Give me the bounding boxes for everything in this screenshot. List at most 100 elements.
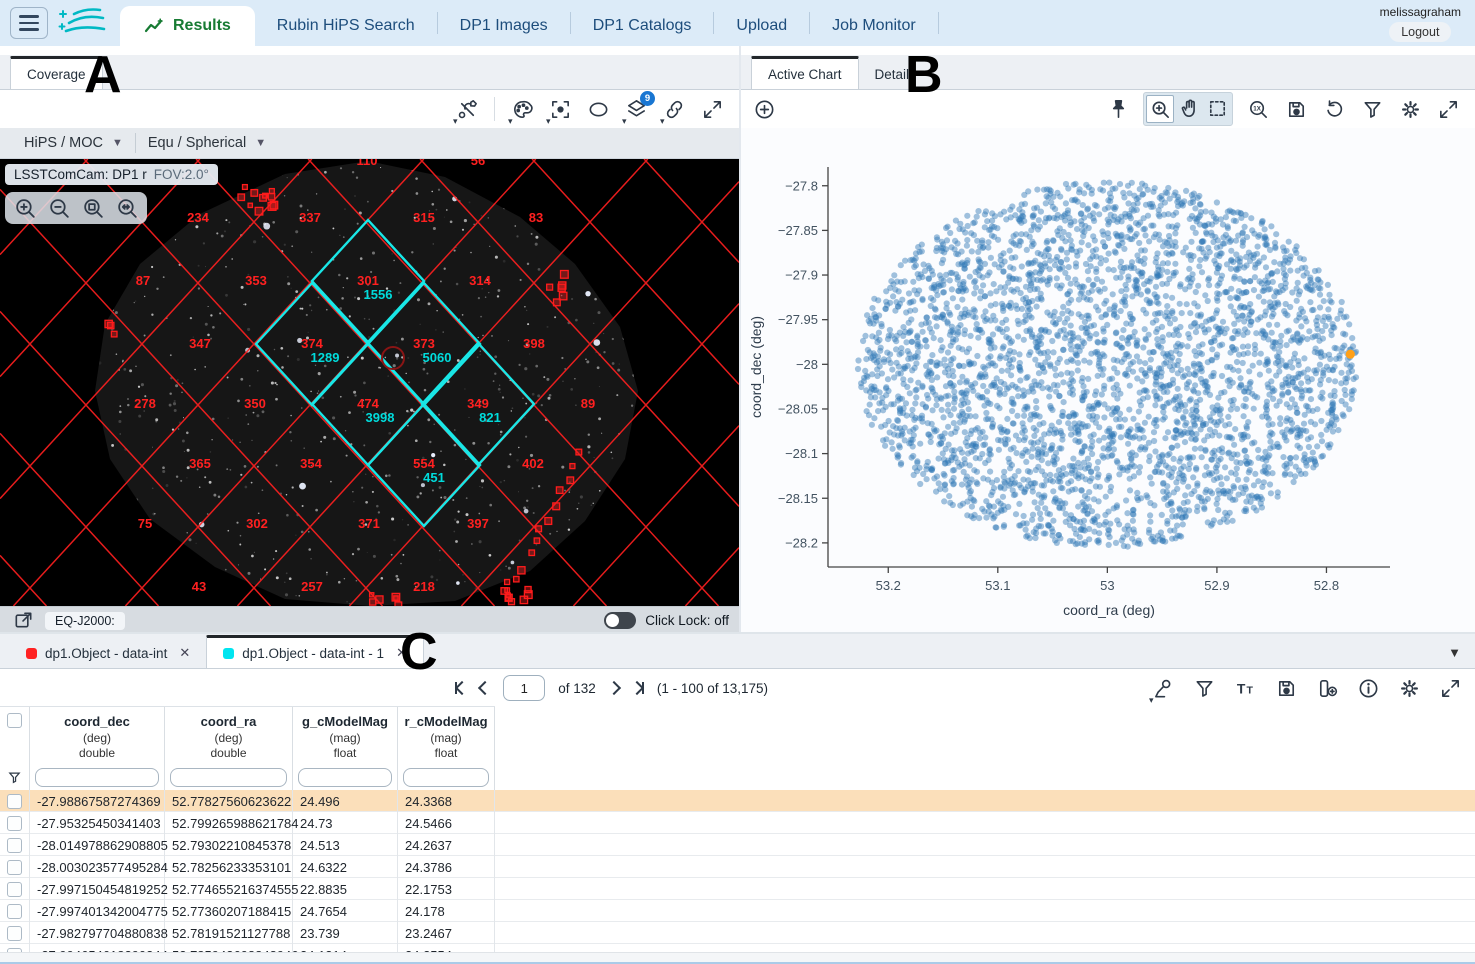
- row-checkbox-cell: [0, 900, 30, 922]
- tab-coverage[interactable]: Coverage: [10, 56, 103, 89]
- expand-icon[interactable]: [1435, 96, 1461, 122]
- settings-icon[interactable]: [1396, 675, 1422, 701]
- chart-toolbar: 1X: [741, 90, 1475, 128]
- projection-select[interactable]: Equ / Spherical▼: [136, 135, 278, 151]
- page-number-input[interactable]: [503, 675, 545, 701]
- add-column-icon[interactable]: [1314, 675, 1340, 701]
- row-checkbox[interactable]: [7, 904, 22, 919]
- map-zoom-in-icon[interactable]: [12, 195, 38, 221]
- map-zoom-fit-icon[interactable]: [80, 195, 106, 221]
- row-checkbox[interactable]: [7, 882, 22, 897]
- center-focus-icon[interactable]: ▾: [547, 96, 573, 122]
- nav-link-dp1-images[interactable]: DP1 Images: [438, 6, 570, 46]
- nav-link-upload[interactable]: Upload: [714, 6, 809, 46]
- nav-link-job-monitor[interactable]: Job Monitor: [810, 6, 938, 46]
- horizontal-scrollbar[interactable]: [0, 952, 1475, 962]
- map-zoom-out-icon[interactable]: [46, 195, 72, 221]
- expand-icon[interactable]: [1437, 675, 1463, 701]
- select-all-checkbox[interactable]: [7, 713, 22, 728]
- close-icon[interactable]: ✕: [179, 645, 190, 661]
- column-header-coord_dec[interactable]: coord_dec(deg)double: [30, 707, 165, 765]
- save-icon[interactable]: [1273, 675, 1299, 701]
- unlink-icon[interactable]: ▾: [661, 96, 687, 122]
- save-icon[interactable]: [1283, 96, 1309, 122]
- table-row[interactable]: -27.98279770488083852.7819152112778823.7…: [0, 922, 1475, 944]
- tools-icon[interactable]: ▾: [454, 96, 480, 122]
- filter-input-coord_ra[interactable]: [170, 768, 287, 787]
- filter-icon-cell: [0, 764, 30, 790]
- filter-input-r_cModelMag[interactable]: [403, 768, 489, 787]
- ellipse-select-icon[interactable]: [585, 96, 611, 122]
- svg-text:53.2: 53.2: [876, 578, 901, 593]
- external-link-icon[interactable]: [10, 608, 36, 634]
- nav-tabs: ResultsRubin HiPS SearchDP1 ImagesDP1 Ca…: [120, 0, 939, 46]
- column-header-g_cModelMag[interactable]: g_cModelMag(mag)float: [293, 707, 398, 765]
- filter-input-coord_dec[interactable]: [35, 768, 159, 787]
- tile-label-371: 371: [358, 516, 380, 531]
- row-checkbox-cell: [0, 856, 30, 878]
- table-row[interactable]: -28.00302357749528452.7825623335310124.6…: [0, 856, 1475, 878]
- filter-input-g_cModelMag[interactable]: [298, 768, 392, 787]
- click-lock-toggle[interactable]: [604, 612, 636, 629]
- filter-icon[interactable]: [1359, 96, 1385, 122]
- table-row[interactable]: -27.9532545034140352.79926598862178424.7…: [0, 812, 1475, 834]
- row-checkbox[interactable]: [7, 794, 22, 809]
- nav-link-dp1-catalogs[interactable]: DP1 Catalogs: [571, 6, 714, 46]
- table-tab-dp1-object-data-int-1[interactable]: dp1.Object - data-int - 1✕: [206, 635, 424, 668]
- table-tab-dp1-object-data-int[interactable]: dp1.Object - data-int✕: [10, 638, 206, 668]
- plus-circle-icon[interactable]: [751, 96, 777, 122]
- row-checkbox[interactable]: [7, 926, 22, 941]
- hips-moc-select[interactable]: HiPS / MOC▼: [12, 135, 135, 151]
- tab-details[interactable]: Details: [859, 59, 932, 89]
- cell-r_cModelMag: 24.5466: [398, 812, 495, 834]
- tile-label-89: 89: [581, 396, 595, 411]
- column-type: double: [30, 746, 164, 762]
- row-checkbox[interactable]: [7, 860, 22, 875]
- nav-tab-results[interactable]: Results: [120, 6, 255, 46]
- box-select-icon[interactable]: [1204, 95, 1230, 121]
- pin-icon[interactable]: [1105, 96, 1131, 122]
- tile-label-397: 397: [467, 516, 489, 531]
- logout-button[interactable]: Logout: [1389, 22, 1451, 42]
- table-row[interactable]: -27.9886758727436952.7782756062362224.49…: [0, 790, 1475, 812]
- table-row[interactable]: -28.01497886290880552.7930221084537824.5…: [0, 834, 1475, 856]
- column-header-r_cModelMag[interactable]: r_cModelMag(mag)float: [398, 707, 495, 765]
- layers-icon[interactable]: 9▾: [623, 96, 649, 122]
- row-checkbox[interactable]: [7, 838, 22, 853]
- first-page-button[interactable]: [455, 682, 467, 694]
- column-type: float: [398, 746, 494, 762]
- text-options-icon[interactable]: TT: [1232, 675, 1258, 701]
- table-row[interactable]: -27.99715045481925252.77465521637455522.…: [0, 878, 1475, 900]
- cell-coord_dec: -27.98867587274369: [30, 790, 165, 812]
- palette-icon[interactable]: ▾: [509, 96, 535, 122]
- prev-page-button[interactable]: [480, 683, 490, 693]
- row-checkbox[interactable]: [7, 816, 22, 831]
- external-link-icon[interactable]: [10, 608, 36, 634]
- svg-text:−27.9: −27.9: [785, 268, 818, 283]
- scatter-chart[interactable]: 53.253.15352.952.8−27.8−27.85−27.9−27.95…: [741, 128, 1475, 634]
- close-icon[interactable]: ✕: [396, 645, 407, 661]
- sky-coverage-map[interactable]: LSSTComCam: DP1 rFOV:2.0° 11056234337315…: [0, 159, 739, 606]
- tile-label-353: 353: [245, 273, 267, 288]
- next-page-button[interactable]: [609, 683, 619, 693]
- cell-g_cModelMag: 24.513: [293, 834, 398, 856]
- table-row[interactable]: -27.99740134200477552.7736020718841524.7…: [0, 900, 1475, 922]
- zoom-in-icon[interactable]: [1146, 95, 1174, 123]
- cell-coord_ra: 52.78191521127788: [165, 922, 293, 944]
- expand-icon[interactable]: [699, 96, 725, 122]
- pick-tool-icon[interactable]: ▾: [1150, 675, 1176, 701]
- last-page-button[interactable]: [632, 682, 644, 694]
- hamburger-menu-button[interactable]: [10, 7, 48, 39]
- column-name: coord_dec: [30, 714, 164, 731]
- zoom-1x-icon[interactable]: 1X: [1245, 96, 1271, 122]
- nav-link-rubin-hips-search[interactable]: Rubin HiPS Search: [255, 6, 437, 46]
- tab-active-chart[interactable]: Active Chart: [751, 56, 859, 89]
- map-zoom-fill-icon[interactable]: [114, 195, 140, 221]
- restore-icon[interactable]: [1321, 96, 1347, 122]
- settings-icon[interactable]: [1397, 96, 1423, 122]
- column-header-coord_ra[interactable]: coord_ra(deg)double: [165, 707, 293, 765]
- info-icon[interactable]: [1355, 675, 1381, 701]
- filter-icon[interactable]: [1191, 675, 1217, 701]
- pan-hand-icon[interactable]: [1176, 95, 1202, 121]
- tab-list-dropdown-icon[interactable]: ▼: [1448, 645, 1461, 660]
